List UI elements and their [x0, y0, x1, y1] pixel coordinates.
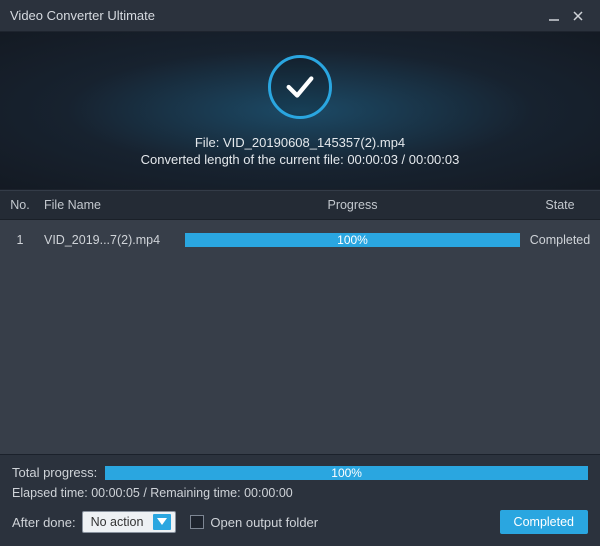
chevron-down-icon: [153, 514, 171, 530]
table-row[interactable]: 1 VID_2019...7(2).mp4 100% Completed: [0, 220, 600, 260]
total-progress-pct: 100%: [105, 466, 588, 480]
after-done-select[interactable]: No action: [82, 511, 177, 533]
status-hero: File: VID_20190608_145357(2).mp4 Convert…: [0, 32, 600, 190]
completed-button[interactable]: Completed: [500, 510, 588, 534]
titlebar: Video Converter Ultimate: [0, 0, 600, 32]
table-body[interactable]: 1 VID_2019...7(2).mp4 100% Completed: [0, 220, 600, 454]
open-output-folder-checkbox[interactable]: [190, 515, 204, 529]
minimize-button[interactable]: [542, 4, 566, 28]
after-done-value: No action: [91, 515, 144, 529]
converted-length-label: Converted length of the current file: 00…: [141, 152, 460, 167]
row-no: 1: [0, 233, 40, 247]
table-header: No. File Name Progress State: [0, 190, 600, 220]
window-title: Video Converter Ultimate: [10, 8, 155, 23]
time-line: Elapsed time: 00:00:05 / Remaining time:…: [12, 486, 588, 500]
row-state: Completed: [520, 233, 600, 247]
total-progress-label: Total progress:: [12, 465, 97, 480]
close-button[interactable]: [566, 4, 590, 28]
after-done-label: After done:: [12, 515, 76, 530]
footer-controls: After done: No action Open output folder…: [12, 510, 588, 534]
footer: Total progress: 100% Elapsed time: 00:00…: [0, 454, 600, 546]
row-progress-cell: 100%: [185, 233, 520, 247]
header-no: No.: [0, 198, 40, 212]
header-progress: Progress: [185, 198, 520, 212]
success-check-icon: [268, 55, 332, 119]
row-progress-pct: 100%: [185, 233, 520, 247]
row-progress-bar: 100%: [185, 233, 520, 247]
current-file-label: File: VID_20190608_145357(2).mp4: [195, 135, 405, 150]
row-filename: VID_2019...7(2).mp4: [40, 233, 185, 247]
app-window: Video Converter Ultimate File: VID_20190…: [0, 0, 600, 546]
header-state: State: [520, 198, 600, 212]
total-progress-row: Total progress: 100%: [12, 465, 588, 480]
total-progress-bar: 100%: [105, 466, 588, 480]
header-filename: File Name: [40, 198, 185, 212]
open-output-folder-label: Open output folder: [210, 515, 318, 530]
